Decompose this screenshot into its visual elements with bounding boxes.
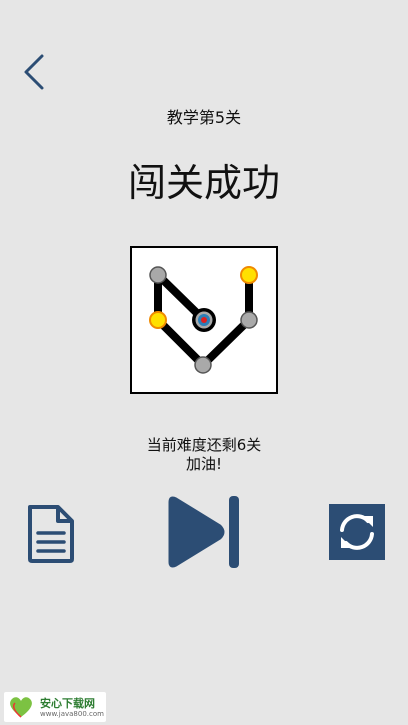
puzzle-node-gray bbox=[240, 311, 258, 329]
back-button[interactable] bbox=[18, 52, 52, 92]
level-name: 教学第5关 bbox=[166, 108, 242, 127]
result-title: 闯关成功 bbox=[127, 161, 280, 205]
puzzle-node-gray bbox=[149, 266, 167, 284]
cheer-text: 加油! bbox=[185, 455, 222, 473]
document-button[interactable] bbox=[24, 503, 78, 565]
watermark-url: www.java800.com bbox=[40, 710, 104, 718]
refresh-icon bbox=[340, 514, 374, 550]
puzzle-node-yellow bbox=[149, 311, 167, 329]
remaining-levels-text: 当前难度还剩6关 bbox=[146, 436, 262, 454]
watermark-name: 安心下载网 bbox=[40, 697, 95, 710]
puzzle-node-yellow bbox=[240, 266, 258, 284]
document-icon bbox=[28, 505, 74, 563]
puzzle-target-node bbox=[192, 308, 216, 332]
site-logo-icon bbox=[10, 697, 32, 718]
watermark: 安心下载网 www.java800.com bbox=[4, 692, 106, 722]
puzzle-node-gray bbox=[194, 356, 212, 374]
restart-button[interactable] bbox=[329, 504, 385, 560]
skip-next-icon bbox=[168, 496, 239, 568]
chevron-left-icon bbox=[24, 54, 44, 90]
puzzle-preview bbox=[130, 246, 278, 394]
next-level-button[interactable] bbox=[164, 494, 244, 570]
